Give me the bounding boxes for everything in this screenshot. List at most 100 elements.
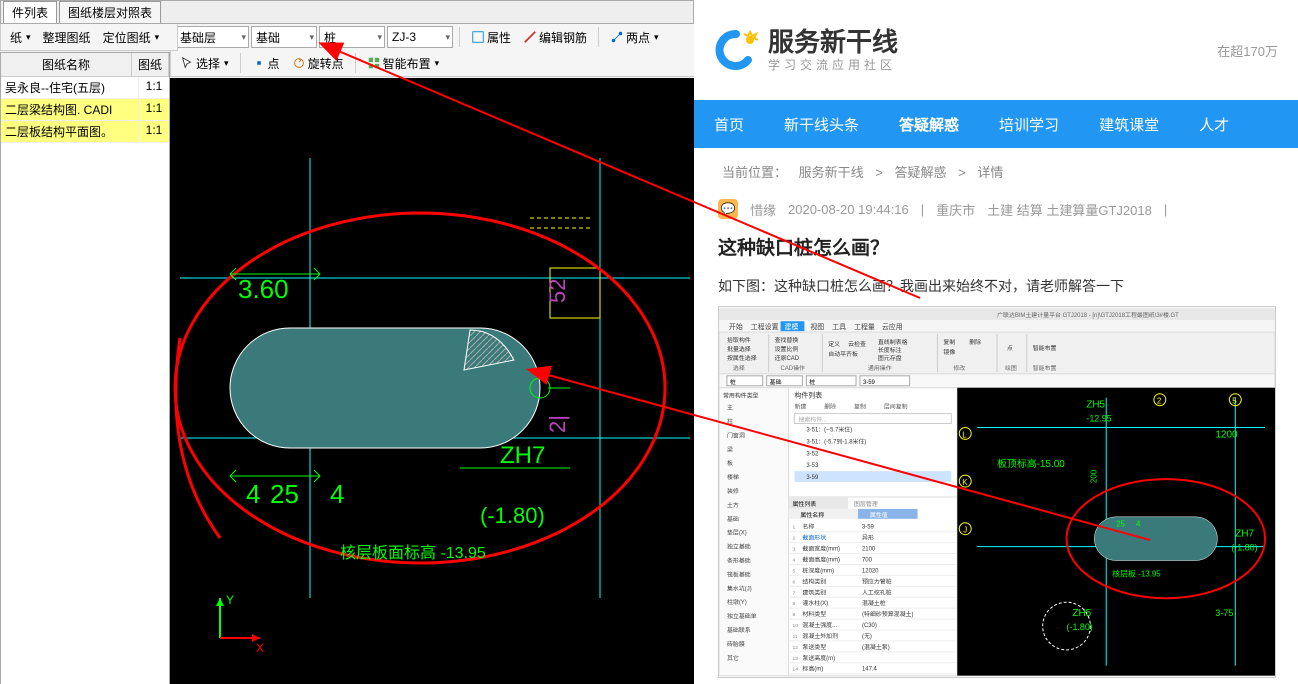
rotate-point-button[interactable]: 旋转点 [287,52,349,75]
post-tags: 土建 结算 土建算量GTJ2018 [987,200,1152,219]
svg-text:2: 2 [1157,397,1162,406]
avatar[interactable]: 💬 [718,199,738,219]
svg-text:还原CAD: 还原CAD [775,355,799,362]
nav-item[interactable]: 答疑解惑 [899,114,959,135]
svg-text:条形基础: 条形基础 [727,556,751,564]
organize-paper-button[interactable]: 整理图纸 [38,26,96,49]
svg-text:4: 4 [330,479,344,509]
site-logo[interactable]: 服务新干线 学习交流应用社区 [714,27,898,73]
svg-text:8: 8 [792,601,795,607]
category-dropdown[interactable]: 基础 [251,26,317,48]
author[interactable]: 惜缘 [750,200,776,219]
svg-text:3-75: 3-75 [1215,608,1233,618]
locate-paper-button[interactable]: 定位图纸▾ [98,26,165,49]
point-button[interactable]: 点 [247,52,285,75]
svg-text:基础: 基础 [727,515,739,523]
post-time: 2020-08-20 19:44:16 [788,202,909,217]
post-body: 如下图：这种缺口桩怎么画？我画出来始终不对，请老师解答一下 [718,276,1274,296]
svg-text:3.60: 3.60 [238,274,289,304]
svg-text:3-59: 3-59 [863,380,876,386]
nav-item[interactable]: 人才 [1199,114,1229,135]
nav-item[interactable]: 建筑课堂 [1099,114,1159,135]
svg-text:K: K [962,478,968,487]
svg-text:结构类别: 结构类别 [802,577,826,585]
svg-text:查找替换: 查找替换 [775,336,799,344]
svg-text:材料类型: 材料类型 [802,610,826,618]
tab-layer-floor-compare[interactable]: 图纸楼层对照表 [59,1,161,23]
nav-item[interactable]: 新干线头条 [784,114,859,135]
svg-text:云检查: 云检查 [848,340,866,348]
tab-component-list[interactable]: 件列表 [3,1,57,23]
svg-text:广联达BIM土建计量平台 GTJ2018 - [n]\GTJ: 广联达BIM土建计量平台 GTJ2018 - [n]\GTJ2018工程最图纸\… [997,311,1179,319]
svg-text:图元存盘: 图元存盘 [878,354,902,362]
nav-item[interactable]: 培训学习 [999,114,1059,135]
code-dropdown[interactable]: ZJ-3 [387,26,453,48]
svg-text:基础: 基础 [770,378,782,386]
svg-text:2100: 2100 [862,547,876,553]
svg-text:通用操作: 通用操作 [868,364,892,372]
svg-text:直线制表格: 直线制表格 [878,338,908,346]
svg-text:设置比例: 设置比例 [775,345,799,353]
svg-text:52: 52 [545,279,570,303]
svg-text:属性名称: 属性名称 [800,511,824,519]
svg-text:开始: 开始 [729,322,743,331]
twopoint-icon [610,30,624,44]
paper-button[interactable]: 纸▾ [5,26,36,49]
edit-rebar-button[interactable]: 编辑钢筋 [518,26,592,49]
svg-text:11: 11 [792,634,797,640]
logo-icon [714,28,758,72]
svg-text:Y: Y [226,593,234,607]
svg-text:7: 7 [792,590,795,596]
svg-text:(-1.80): (-1.80) [1067,622,1093,632]
smart-layout-button[interactable]: 智能布置▾ [362,52,445,75]
crumb-home[interactable]: 服务新干线 [799,165,864,180]
post-image: 广联达BIM土建计量平台 GTJ2018 - [n]\GTJ2018工程最图纸\… [718,306,1276,678]
logo-title: 服务新干线 [768,27,898,58]
breadcrumb: 当前位置： 服务新干线 > 答疑解惑 > 详情 [694,148,1298,195]
svg-text:混凝土外加剂: 混凝土外加剂 [802,632,838,640]
table-row[interactable]: 吴永良--住宅(五层)1:1 [1,77,169,99]
toolbar-draw: 选择▾ 点 旋转点 智能布置▾ [170,50,704,77]
two-point-button[interactable]: 两点▾ [605,26,664,49]
layer-dropdown[interactable]: 基础层 [175,26,249,48]
site-header: 服务新干线 学习交流应用社区 在超170万 [694,0,1298,100]
crumb-qa[interactable]: 答疑解惑 [895,165,947,180]
smart-icon [367,56,381,70]
svg-text:3-51：(--5.7米住): 3-51：(--5.7米住) [806,425,852,433]
search-placeholder[interactable]: 在超170万 [1217,41,1278,60]
svg-text:柱墩(Y): 柱墩(Y) [727,598,747,606]
svg-text:4: 4 [246,479,260,509]
svg-text:-12.95: -12.95 [1086,414,1111,424]
svg-text:常用构件类型: 常用构件类型 [723,392,759,400]
property-button[interactable]: 属性 [466,26,516,49]
svg-text:工具: 工具 [832,323,846,331]
svg-text:12020: 12020 [862,568,879,574]
svg-text:名称: 名称 [802,523,814,531]
svg-text:独立基础单: 独立基础单 [727,612,757,620]
select-button[interactable]: 选择▾ [175,52,234,75]
component-dropdown[interactable]: 桩 [319,26,385,48]
post-location: 重庆市 [936,200,975,219]
cad-viewport[interactable]: 3.60 4 25 4 ZH7 (-1.80) 核层板面标高 -13.95 52… [170,78,694,684]
svg-text:X: X [256,641,264,655]
svg-text:选择: 选择 [733,364,745,372]
svg-text:混凝土桩: 混凝土桩 [862,599,886,607]
main-nav: 首页 新干线头条 答疑解惑 培训学习 建筑课堂 人才 [694,100,1298,148]
svg-text:核层板面标高 -13.95: 核层板面标高 -13.95 [340,544,486,562]
svg-text:预应力管桩: 预应力管桩 [862,577,892,585]
svg-text:异形: 异形 [862,534,874,542]
svg-text:6: 6 [792,579,795,585]
table-row[interactable]: 二层梁结构图. CADI1:1 [1,99,169,121]
svg-text:3-51：(-5.7到-1.8米住): 3-51：(-5.7到-1.8米住) [806,437,866,445]
svg-text:复制: 复制 [854,403,866,411]
svg-text:截面高度(mm): 截面高度(mm) [802,556,840,564]
svg-text:属性值: 属性值 [870,511,888,519]
table-row[interactable]: 二层板结构平面图。1:1 [1,121,169,143]
col-scale: 图纸 [132,53,169,76]
nav-item[interactable]: 首页 [714,114,744,135]
svg-text:(-1.80): (-1.80) [480,503,545,528]
svg-text:云应用: 云应用 [882,322,903,331]
svg-text:CAD操作: CAD操作 [781,364,805,372]
svg-text:2|: 2| [545,415,570,433]
svg-text:梁: 梁 [727,445,733,453]
